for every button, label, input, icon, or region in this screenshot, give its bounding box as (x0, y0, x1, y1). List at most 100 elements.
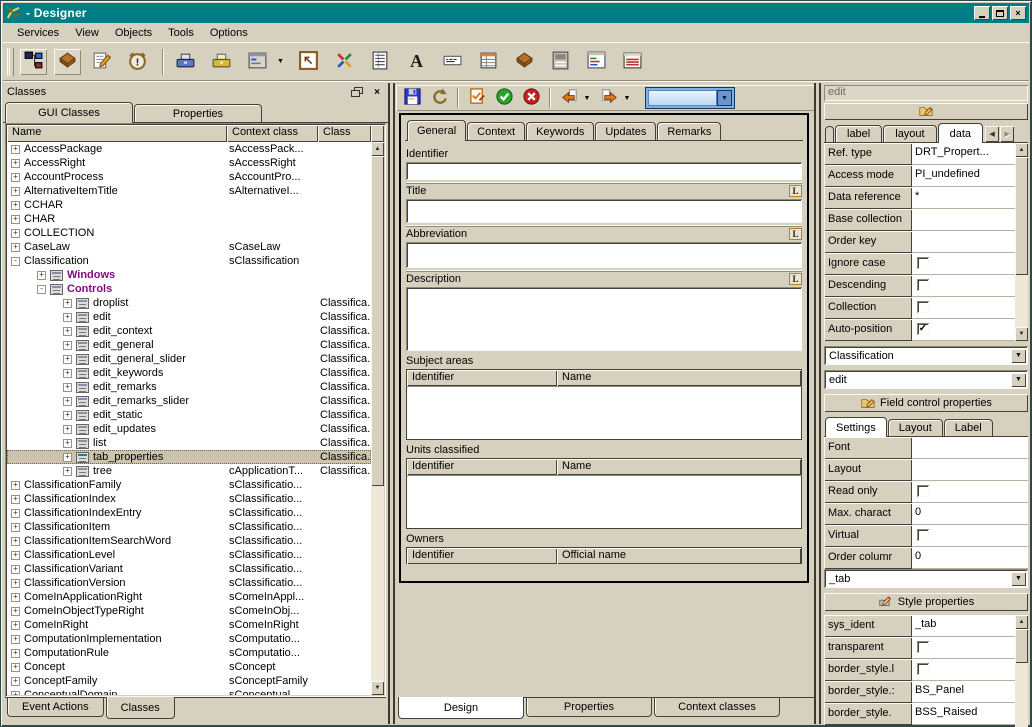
tree-row-edit-remarks-slider[interactable]: +edit_remarks_sliderClassifica... (7, 394, 371, 408)
field-input-abbreviation[interactable] (406, 242, 802, 268)
chevron-down-icon[interactable]: ▼ (1011, 349, 1026, 363)
field-control-properties-button[interactable]: Field control properties (824, 394, 1028, 412)
tree-row-droplist[interactable]: +droplistClassifica... (7, 296, 371, 310)
expander-icon[interactable]: + (63, 397, 72, 406)
expander-icon[interactable]: + (63, 467, 72, 476)
tree-row-conceptualdomain[interactable]: +ConceptualDomainsConceptual... (7, 688, 371, 695)
ref-tab-layout[interactable]: layout (883, 125, 936, 142)
field-input-title[interactable] (406, 199, 802, 223)
checkbox-border-style-l[interactable] (917, 663, 929, 675)
tree-row-edit-updates[interactable]: +edit_updatesClassifica... (7, 422, 371, 436)
maximize-button[interactable] (992, 6, 1008, 20)
field-input-description[interactable] (406, 287, 802, 351)
language-button[interactable]: L (789, 273, 802, 285)
scroll-down-icon[interactable]: ▼ (1015, 327, 1028, 341)
editor-tab-properties[interactable]: Properties (526, 698, 652, 717)
tree-row-classificationindex[interactable]: +ClassificationIndexsClassificatio... (7, 492, 371, 506)
expander-icon[interactable]: + (11, 537, 20, 546)
nav-back-button[interactable] (557, 87, 581, 109)
minimize-button[interactable] (974, 6, 990, 20)
expander-icon[interactable]: + (11, 509, 20, 518)
expander-icon[interactable]: + (11, 173, 20, 182)
tree-row-edit-keywords[interactable]: +edit_keywordsClassifica... (7, 366, 371, 380)
expander-icon[interactable]: - (11, 257, 20, 266)
expander-icon[interactable]: - (37, 285, 46, 294)
editor-tab-design[interactable]: Design (398, 697, 524, 719)
expander-icon[interactable]: + (63, 383, 72, 392)
checkbox-read-only[interactable] (917, 485, 929, 497)
expander-icon[interactable]: + (11, 635, 20, 644)
expander-icon[interactable]: + (11, 145, 20, 154)
chevron-down-icon[interactable]: ▼ (717, 90, 732, 106)
tree-row-edit-static[interactable]: +edit_staticClassifica... (7, 408, 371, 422)
checkbox-descending[interactable] (917, 279, 929, 291)
menu-services[interactable]: Services (9, 25, 67, 41)
tree-row-accountprocess[interactable]: +AccountProcesssAccountPro... (7, 170, 371, 184)
expander-icon[interactable]: + (11, 159, 20, 168)
style-grid-scrollbar[interactable]: ▲ (1015, 615, 1028, 727)
scroll-up-icon[interactable]: ▲ (371, 142, 384, 156)
expander-icon[interactable]: + (63, 425, 72, 434)
data-value[interactable]: DRT_Propert... (912, 143, 1015, 165)
style-value[interactable] (912, 659, 1015, 681)
data-grid-scrollbar[interactable]: ▲ ▼ (1015, 143, 1028, 341)
tree-row-cchar[interactable]: +CCHAR (7, 198, 371, 212)
tree-row-char[interactable]: +CHAR (7, 212, 371, 226)
data-value[interactable] (912, 231, 1015, 253)
tree-row-comeinright[interactable]: +ComeInRightsComeInRight (7, 618, 371, 632)
expander-icon[interactable]: + (63, 341, 72, 350)
chevron-down-icon[interactable]: ▼ (274, 51, 287, 73)
refresh-button[interactable] (427, 87, 451, 109)
expander-icon[interactable]: + (11, 187, 20, 196)
tree-row-classificationitem[interactable]: +ClassificationItemsClassificatio... (7, 520, 371, 534)
table-column-name[interactable]: Name (557, 370, 801, 386)
expander-icon[interactable]: + (11, 621, 20, 630)
left-splitter[interactable] (388, 83, 395, 724)
expander-icon[interactable]: + (63, 313, 72, 322)
expander-icon[interactable]: + (11, 593, 20, 602)
settings-value[interactable] (912, 525, 1028, 547)
tree-row-accesspackage[interactable]: +AccessPackagesAccessPack... (7, 142, 371, 156)
form-tab-remarks[interactable]: Remarks (657, 122, 721, 140)
save-button[interactable] (400, 87, 424, 109)
expander-icon[interactable]: + (63, 327, 72, 336)
tree-row-tab-properties[interactable]: +tab_propertiesClassifica... (7, 450, 371, 464)
tab-style-combo[interactable]: _tab ▼ (824, 569, 1028, 588)
expander-icon[interactable]: + (11, 523, 20, 532)
tree-row-concept[interactable]: +ConceptsConcept (7, 660, 371, 674)
report-button[interactable] (367, 49, 394, 75)
expander-icon[interactable]: + (11, 663, 20, 672)
column-header-class[interactable]: Class (318, 125, 371, 142)
tab-gui-classes[interactable]: GUI Classes (5, 102, 133, 123)
table-column-identifier[interactable]: Identifier (407, 459, 557, 475)
form-tab-general[interactable]: General (407, 120, 466, 141)
expander-icon[interactable]: + (11, 607, 20, 616)
expander-icon[interactable]: + (11, 565, 20, 574)
scroll-down-icon[interactable]: ▼ (371, 681, 384, 695)
book-button[interactable] (511, 49, 538, 75)
expander-icon[interactable]: + (11, 677, 20, 686)
expander-icon[interactable]: + (63, 453, 72, 462)
expander-icon[interactable]: + (63, 411, 72, 420)
tree-row-computationimplementation[interactable]: +ComputationImplementationsComputatio... (7, 632, 371, 646)
settings-value[interactable]: 0 (912, 503, 1028, 525)
cancel-button[interactable] (519, 87, 543, 109)
tree-row-classificationitemsearchword[interactable]: +ClassificationItemSearchWordsClassifica… (7, 534, 371, 548)
scroll-thumb[interactable] (1015, 629, 1028, 663)
tree-row-classification[interactable]: -ClassificationsClassification (7, 254, 371, 268)
expander-icon[interactable]: + (11, 201, 20, 210)
scroll-up-icon[interactable]: ▲ (1015, 615, 1028, 629)
language-button[interactable]: L (789, 228, 802, 240)
tree-scrollbar[interactable]: ▲ ▼ (371, 142, 384, 695)
alarm-button[interactable]: ! (124, 49, 151, 75)
table-body[interactable] (406, 475, 802, 529)
tree-row-edit-context[interactable]: +edit_contextClassifica... (7, 324, 371, 338)
data-value[interactable] (912, 297, 1015, 319)
expander-icon[interactable]: + (11, 215, 20, 224)
expander-icon[interactable]: + (37, 271, 46, 280)
fc-tab-label[interactable]: Label (944, 419, 993, 436)
column-header-context-class[interactable]: Context class (227, 125, 318, 142)
checkbox-ignore-case[interactable] (917, 257, 929, 269)
table-column-official-name[interactable]: Official name (557, 548, 801, 564)
settings-value[interactable]: 0 (912, 547, 1028, 569)
